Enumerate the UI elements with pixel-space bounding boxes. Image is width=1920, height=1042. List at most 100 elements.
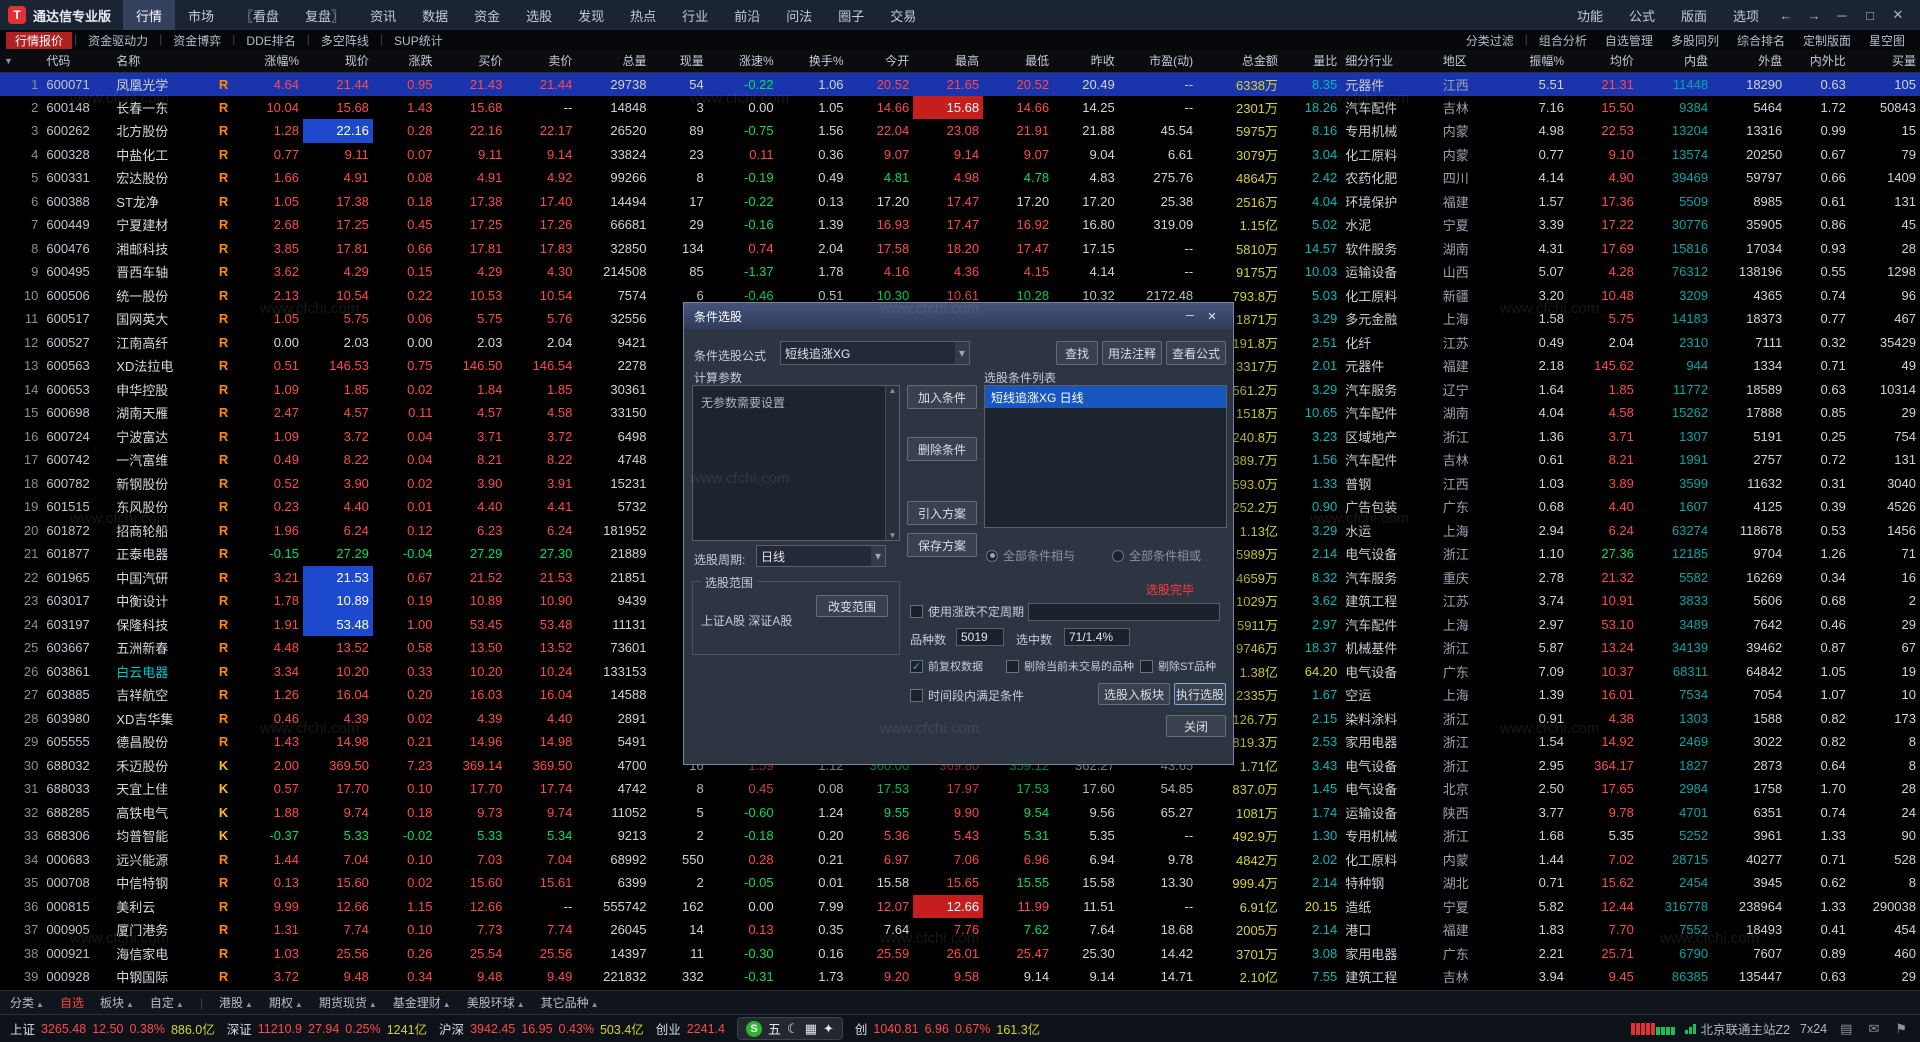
tab-港股[interactable]: 港股 ▲	[219, 994, 253, 1011]
table-row[interactable]: 34 000683 远兴能源 R 1.44 7.04 0.10 7.03 7.04 68992 55…	[0, 848, 1920, 872]
column-header-代码[interactable]: 代码	[42, 50, 113, 73]
moon-icon[interactable]: ☾	[787, 1021, 799, 1037]
server-status[interactable]: 北京联通主站Z2	[1685, 1019, 1790, 1038]
checkbox-forward-adjusted[interactable]: ✓ 前复权数据	[910, 658, 983, 674]
toolbar-item-行情报价[interactable]: 行情报价	[6, 31, 73, 49]
table-row[interactable]: 8 600476 湘邮科技 R 3.85 17.81 0.66 17.81 17.83 32850…	[0, 237, 1920, 261]
column-header-现量[interactable]: 现量	[650, 50, 708, 73]
execute-select-button[interactable]: 执行选股	[1174, 683, 1226, 705]
menu-item-选股[interactable]: 选股	[513, 0, 565, 30]
table-row[interactable]: 7 600449 宁夏建材 R 2.68 17.25 0.45 17.25 17.26 66681…	[0, 213, 1920, 237]
toolbar-item-星空图[interactable]: 星空图	[1860, 32, 1914, 49]
toolbar-item-多股同列[interactable]: 多股同列	[1662, 32, 1728, 49]
table-row[interactable]: 6 600388 ST龙净 R 1.05 17.38 0.18 17.38 17.40 14494…	[0, 190, 1920, 214]
select-to-block-button[interactable]: 选股入板块	[1098, 683, 1170, 705]
add-condition-button[interactable]: 加入条件	[907, 385, 977, 409]
close-button[interactable]: 关闭	[1166, 715, 1226, 737]
column-header-昨收[interactable]: 昨收	[1053, 50, 1119, 73]
ime-logo-icon[interactable]: S	[746, 1020, 763, 1037]
checkbox-exclude-st[interactable]: 剔除ST品种	[1140, 658, 1216, 674]
menu-item-资讯[interactable]: 资讯	[357, 0, 409, 30]
condition-list-item[interactable]: 短线追涨XG 日线	[985, 386, 1226, 408]
table-row[interactable]: 32 688285 高铁电气 K 1.88 9.74 0.18 9.73 9.74 11052 5 -…	[0, 801, 1920, 825]
menu-item-问法[interactable]: 问法	[773, 0, 825, 30]
tab-板块[interactable]: 板块 ▲	[100, 994, 134, 1011]
column-header-最低[interactable]: 最低	[983, 50, 1054, 73]
index-创业[interactable]: 创业 2241.4	[656, 1019, 725, 1038]
checkbox-timerange[interactable]: 时间段内满足条件	[910, 687, 1024, 704]
column-header-内盘[interactable]: 内盘	[1637, 50, 1713, 73]
nav-forward-icon[interactable]: →	[1800, 0, 1828, 30]
keyboard-icon[interactable]: ▦	[805, 1021, 817, 1037]
remove-condition-button[interactable]: 删除条件	[907, 437, 977, 461]
tab-基金理财[interactable]: 基金理财 ▲	[393, 994, 451, 1011]
tab-自定[interactable]: 自定 ▲	[150, 994, 184, 1011]
column-header-名称[interactable]: 名称	[112, 50, 210, 73]
column-header-涨跌[interactable]: 涨跌	[372, 50, 437, 73]
formula-combobox[interactable]: 短线追涨XG ▾	[780, 341, 970, 365]
column-header-买量[interactable]: 买量	[1849, 50, 1920, 73]
toolbar-item-资金博弈[interactable]: 资金博弈	[164, 32, 230, 49]
column-menu-icon[interactable]: ▼	[0, 50, 43, 73]
column-header-买价[interactable]: 买价	[436, 50, 507, 73]
index-上证[interactable]: 上证 3265.48 12.50 0.38% 886.0亿	[10, 1019, 215, 1038]
change-range-button[interactable]: 改变范围	[816, 595, 888, 617]
checkbox-variable-period[interactable]: 使用涨跌不定周期	[910, 603, 1024, 620]
column-header-量比[interactable]: 量比	[1281, 50, 1342, 73]
table-row[interactable]: 9 600495 晋西车轴 R 3.62 4.29 0.15 4.29 4.30 214508 85…	[0, 260, 1920, 284]
index-沪深[interactable]: 沪深 3942.45 16.95 0.43% 503.4亿	[439, 1019, 644, 1038]
toolbar-item-多空阵线[interactable]: 多空阵线	[312, 32, 378, 49]
input-method-bar[interactable]: S 五 ☾ ▦ ✦	[737, 1017, 843, 1040]
save-plan-button[interactable]: 保存方案	[907, 533, 977, 557]
tab-分类[interactable]: 分类 ▲	[10, 994, 44, 1011]
settings-icon[interactable]: ✦	[823, 1021, 834, 1037]
column-header-振幅%[interactable]: 振幅%	[1502, 50, 1568, 73]
dialog-minimize-button[interactable]: ─	[1179, 310, 1201, 322]
menu-item-公式[interactable]: 公式	[1616, 0, 1668, 30]
menu-item-发现[interactable]: 发现	[565, 0, 617, 30]
condition-listbox[interactable]: 短线追涨XG 日线	[984, 385, 1227, 528]
table-row[interactable]: 37 000905 厦门港务 R 1.31 7.74 0.10 7.73 7.74 26045 14…	[0, 918, 1920, 942]
table-row[interactable]: 2 600148 长春一东 R 10.04 15.68 1.43 15.68 -- 14848 3 0…	[0, 95, 1920, 119]
menu-item-行情[interactable]: 行情	[123, 0, 176, 30]
params-scrollbar[interactable]: ▲ ▼	[885, 386, 899, 540]
toolbar-item-定制版面[interactable]: 定制版面	[1794, 32, 1860, 49]
period-combobox[interactable]: 日线 ▾	[756, 545, 886, 567]
flag-icon[interactable]: ⚑	[1892, 1021, 1910, 1037]
tab-期货现货[interactable]: 期货现货 ▲	[319, 994, 377, 1011]
menu-item-交易[interactable]: 交易	[877, 0, 929, 30]
tab-期权[interactable]: 期权 ▲	[269, 994, 303, 1011]
usage-note-button[interactable]: 用法注释	[1102, 341, 1162, 365]
menu-item-圈子[interactable]: 圈子	[825, 0, 877, 30]
dialog-titlebar[interactable]: 条件选股 ─ ✕	[684, 303, 1233, 329]
scroll-down-icon[interactable]: ▼	[889, 531, 897, 540]
find-button[interactable]: 查找	[1056, 341, 1098, 365]
menu-item-行业[interactable]: 行业	[669, 0, 721, 30]
window-maximize-button[interactable]: □	[1856, 0, 1884, 30]
toolbar-item-分类过滤[interactable]: 分类过滤	[1457, 32, 1523, 49]
toolbar-item-综合排名[interactable]: 综合排名	[1728, 32, 1794, 49]
column-header-地区[interactable]: 地区	[1438, 50, 1503, 73]
menu-item-功能[interactable]: 功能	[1564, 0, 1616, 30]
toolbar-item-SUP统计[interactable]: SUP统计	[385, 32, 452, 49]
menu-item-复盘〗[interactable]: 复盘〗	[292, 0, 357, 30]
table-row[interactable]: 35 000708 中信特钢 R 0.13 15.60 0.02 15.60 15.61 6399…	[0, 871, 1920, 895]
table-row[interactable]: 5 600331 宏达股份 R 1.66 4.91 0.08 4.91 4.92 99266 8 -0…	[0, 166, 1920, 190]
window-close-button[interactable]: ✕	[1884, 0, 1912, 30]
scroll-up-icon[interactable]: ▲	[889, 386, 897, 395]
menu-item-资金[interactable]: 资金	[461, 0, 513, 30]
index-创[interactable]: 创 1040.81 6.96 0.67% 161.3亿	[855, 1019, 1040, 1038]
tab-其它品种[interactable]: 其它品种 ▲	[541, 994, 599, 1011]
column-header-市盈(动)[interactable]: 市盈(动)	[1118, 50, 1198, 73]
column-header-卖价[interactable]: 卖价	[506, 50, 577, 73]
menu-item-数据[interactable]: 数据	[409, 0, 461, 30]
column-header-涨速%[interactable]: 涨速%	[707, 50, 778, 73]
menu-item-版面[interactable]: 版面	[1668, 0, 1720, 30]
chevron-down-icon[interactable]: ▾	[955, 342, 969, 364]
index-深证[interactable]: 深证 11210.9 27.94 0.25% 1241亿	[227, 1019, 427, 1038]
radio-all-and[interactable]: 全部条件相与	[986, 547, 1075, 564]
checkbox-exclude-untraded[interactable]: 剔除当前未交易的品种	[1006, 658, 1134, 674]
toolbar-item-DDE排名[interactable]: DDE排名	[237, 32, 304, 49]
table-row[interactable]: 38 000921 海信家电 R 1.03 25.56 0.26 25.54 25.56 1439…	[0, 942, 1920, 966]
column-header-细分行业[interactable]: 细分行业	[1341, 50, 1439, 73]
